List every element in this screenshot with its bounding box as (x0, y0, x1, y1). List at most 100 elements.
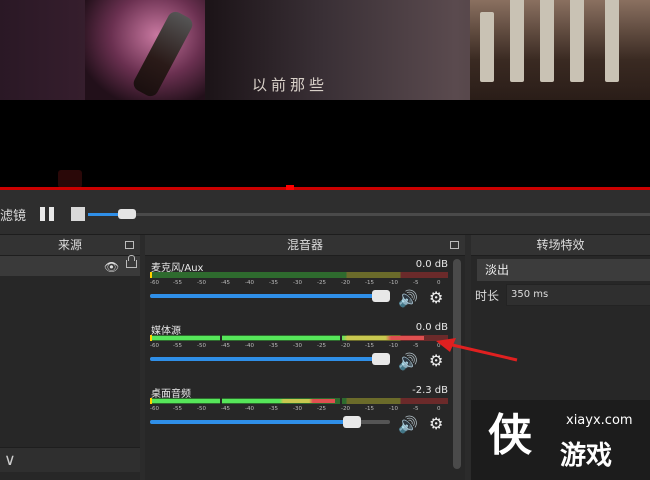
tick-label: -40 (245, 406, 254, 412)
source-item[interactable]: 👁 (0, 255, 140, 276)
eye-icon[interactable]: 👁 (104, 260, 119, 274)
tick-label: -35 (269, 406, 278, 412)
channel-db: -2.3 dB (412, 385, 448, 396)
tick-label: -25 (317, 343, 326, 349)
tick-label: 0 (437, 343, 441, 349)
tick-label: -10 (389, 343, 398, 349)
tick-label: -30 (293, 406, 302, 412)
stop-icon[interactable] (71, 207, 85, 221)
mixer-channel: 桌面音频 -2.3 dB -60 -55 -50 -45 -40 -35 -30 -25 -20 -1… (150, 385, 448, 447)
watermark-logo: 侠 (488, 410, 532, 461)
level-fill (150, 399, 335, 403)
meter-gap (340, 398, 342, 404)
mixer-channel: 媒体源 0.0 dB -60 -55 -50 -45 -40 -35 -30 -25 -20 -15-… (150, 322, 448, 384)
volume-fill (150, 294, 390, 298)
tick-label: -35 (269, 280, 278, 286)
speaker-icon[interactable]: 🔊 (398, 352, 418, 371)
watermark-text: 游戏 (560, 441, 613, 471)
search-icon (58, 170, 82, 188)
level-meter (150, 335, 448, 341)
sources-toolbar: ∨ (0, 447, 140, 472)
sources-panel: 来源 👁 ∨ (0, 235, 140, 480)
chevron-down-icon[interactable]: ∨ (4, 450, 16, 469)
tick-label: -20 (341, 406, 350, 412)
tick-label: -15 (365, 280, 374, 286)
tick-label: -60 (150, 406, 159, 412)
filters-label[interactable]: 滤镜 (0, 205, 26, 224)
transition-select[interactable]: 淡出 (477, 259, 650, 281)
tick-label: -5 (413, 280, 419, 286)
speaker-icon[interactable]: 🔊 (398, 415, 418, 434)
peak-marker (150, 272, 152, 278)
volume-slider[interactable] (150, 353, 390, 365)
gear-icon[interactable]: ⚙ (429, 351, 443, 370)
tick-label: -50 (197, 280, 206, 286)
duration-label: 时长 (475, 289, 500, 303)
mixer-panel: 混音器 麦克风/Aux 0.0 dB -60 -55 -50 -45 -40 -35 -30 -2… (145, 235, 465, 480)
tick-label: -55 (173, 343, 182, 349)
level-fill (150, 336, 424, 340)
peak-marker (150, 398, 152, 404)
meter-ticks: -60 -55 -50 -45 -40 -35 -30 -25 -20 -15 -10 -5 0 (150, 406, 448, 414)
level-meter (150, 272, 448, 278)
meter-gap (340, 335, 342, 341)
volume-fill (150, 357, 390, 361)
tick-label: -40 (245, 343, 254, 349)
tick-label: -15 (365, 406, 374, 412)
tick-label: -30 (293, 280, 302, 286)
tick-label: -10 (389, 406, 398, 412)
channel-db: 0.0 dB (415, 259, 448, 270)
tick-label: -45 (221, 406, 230, 412)
speaker-icon[interactable]: 🔊 (398, 289, 418, 308)
transitions-title: 转场特效 (471, 235, 650, 256)
tick-label: -5 (413, 406, 419, 412)
peak-marker (150, 335, 152, 341)
seek-slider[interactable] (88, 209, 650, 219)
tick-label: -35 (269, 343, 278, 349)
tick-label: -30 (293, 343, 302, 349)
mixer-title: 混音器 (145, 235, 465, 256)
channel-db: 0.0 dB (415, 322, 448, 333)
tick-label: -55 (173, 406, 182, 412)
watermark-url: xiayx.com (566, 413, 633, 428)
gear-icon[interactable]: ⚙ (429, 414, 443, 433)
undock-icon[interactable] (450, 241, 459, 249)
tick-label: -60 (150, 280, 159, 286)
sources-title: 来源 (0, 235, 140, 256)
undock-icon[interactable] (125, 241, 134, 249)
tick-label: -20 (341, 343, 350, 349)
volume-handle[interactable] (343, 416, 361, 428)
duration-input[interactable]: 350 ms (506, 284, 650, 306)
video-subtitle: 以前那些 (251, 76, 328, 94)
meter-gap (220, 335, 222, 341)
tick-label: -55 (173, 280, 182, 286)
tick-label: -45 (221, 280, 230, 286)
volume-slider[interactable] (150, 290, 390, 302)
tick-label: -60 (150, 343, 159, 349)
meter-ticks: -60 -55 -50 -45 -40 -35 -30 -25 -20 -15 -10 -5 0 (150, 280, 448, 288)
tick-label: -15 (365, 343, 374, 349)
tick-label: -40 (245, 280, 254, 286)
pause-icon[interactable] (40, 207, 54, 221)
meter-gap (220, 398, 222, 404)
volume-fill (150, 420, 361, 424)
level-meter (150, 398, 448, 404)
tick-label: -25 (317, 280, 326, 286)
tick-label: -50 (197, 406, 206, 412)
lock-icon[interactable] (126, 255, 137, 268)
volume-slider[interactable] (150, 416, 390, 428)
video-preview: 以前那些 (0, 0, 650, 188)
tick-label: -50 (197, 343, 206, 349)
tick-label: -10 (389, 280, 398, 286)
volume-handle[interactable] (372, 290, 390, 302)
tick-label: -25 (317, 406, 326, 412)
media-controls: 滤镜 (0, 190, 650, 235)
volume-handle[interactable] (372, 353, 390, 365)
tick-label: -45 (221, 343, 230, 349)
gear-icon[interactable]: ⚙ (429, 288, 443, 307)
seek-handle[interactable] (118, 209, 136, 219)
tick-label: 0 (437, 406, 441, 412)
mixer-channel: 麦克风/Aux 0.0 dB -60 -55 -50 -45 -40 -35 -30 -25 -20… (150, 259, 448, 321)
mixer-scrollbar[interactable] (453, 259, 461, 469)
tick-label: -20 (341, 280, 350, 286)
